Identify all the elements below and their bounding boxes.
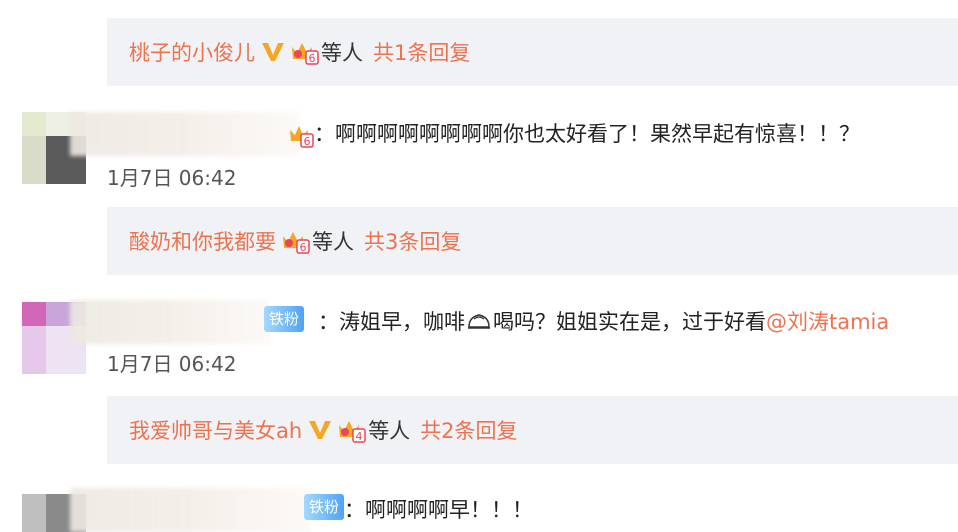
- reply-author-names[interactable]: 桃子的小俊儿: [129, 37, 255, 67]
- crown-fan-icon: 6: [289, 39, 319, 65]
- comment-timestamp[interactable]: 1月7日 06:42: [107, 162, 236, 191]
- comment-text: ：涛姐早，咖啡 喝吗？姐姐实在是，过于好看@刘涛tamia: [318, 306, 889, 338]
- fan-badge: 铁粉: [304, 494, 345, 520]
- coffee-cup-emoji-icon: [466, 309, 492, 338]
- reply-suffix: 等人: [312, 230, 354, 254]
- crown-fan-icon: 4: [336, 417, 366, 443]
- reply-thread-bar[interactable]: 酸奶和你我都要 6 等人 共3条回复: [107, 207, 958, 275]
- reply-thread-bar[interactable]: 桃子的小俊儿 6 等人 共1条回复: [107, 18, 958, 86]
- fan-badge: 铁粉: [264, 306, 305, 332]
- crown-fan-icon: 6: [288, 122, 314, 152]
- reply-author-names[interactable]: 我爱帅哥与美女ah: [129, 415, 302, 445]
- svg-text:4: 4: [356, 430, 363, 443]
- reply-count-link[interactable]: 共2条回复: [420, 415, 517, 445]
- crown-fan-icon: 6: [280, 228, 310, 254]
- comment-timestamp[interactable]: 1月7日 06:42: [107, 348, 236, 377]
- blurred-username: [70, 300, 270, 344]
- reply-count-link[interactable]: 共1条回复: [373, 37, 470, 67]
- reply-author-names[interactable]: 酸奶和你我都要: [129, 226, 276, 256]
- verified-v-icon: [308, 419, 332, 441]
- verified-v-icon: [261, 41, 285, 63]
- svg-text:6: 6: [304, 135, 311, 148]
- reply-thread-bar[interactable]: 我爱帅哥与美女ah 4 等人 共2条回复: [107, 396, 958, 464]
- comment-text: ：啊啊啊啊早！！！: [344, 498, 533, 522]
- blurred-username: [70, 112, 300, 156]
- comment-text: ：啊啊啊啊啊啊啊啊你也太好看了！果然早起有惊喜！！？: [314, 122, 860, 146]
- blurred-username: [70, 488, 310, 532]
- reply-suffix: 等人: [368, 419, 411, 443]
- svg-text:6: 6: [300, 241, 307, 254]
- reply-suffix: 等人: [321, 41, 363, 65]
- mention-link[interactable]: @刘涛tamia: [766, 310, 889, 334]
- svg-text:6: 6: [309, 52, 316, 65]
- reply-count-link[interactable]: 共3条回复: [364, 226, 461, 256]
